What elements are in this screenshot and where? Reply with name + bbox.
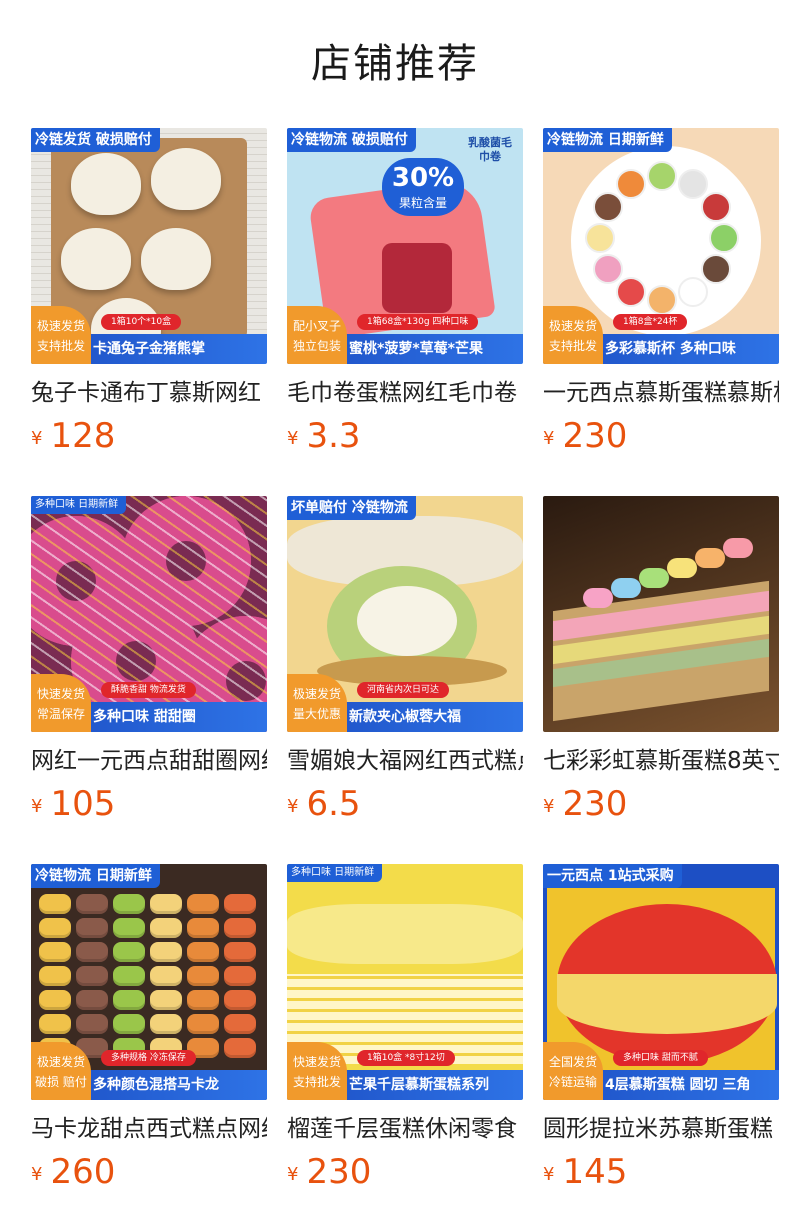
spec-pill: 1箱10个*10盒 bbox=[101, 314, 182, 330]
shipping-badge-line: 极速发货 bbox=[292, 687, 341, 701]
shipping-badge-line: 支持批发 bbox=[548, 339, 597, 353]
product-image[interactable]: 冷链物流 日期新鲜 多种颜色混搭马卡龙 多种规格 冷冻保存 极速发货 破损 赔付 bbox=[31, 864, 267, 1100]
price-value: 3.3 bbox=[306, 416, 361, 456]
product-image[interactable]: 冷链物流 日期新鲜 多彩慕斯杯 多种口味 1箱8盒*24杯 极速发货 支持批发 bbox=[543, 128, 779, 364]
product-name[interactable]: 雪媚娘大福网红西式糕点 bbox=[287, 746, 523, 776]
product-name[interactable]: 一元西点慕斯蛋糕慕斯杯 bbox=[543, 378, 779, 408]
spec-pill: 1箱68盒*130g 四种口味 bbox=[357, 314, 479, 330]
product-card[interactable]: 冷链发货 破损赔付 卡通兔子金猪熊掌 1箱10个*10盒 极速发货 支持批发 兔子卡通布丁… bbox=[31, 128, 267, 468]
promo-banner-top: 冷链物流 日期新鲜 bbox=[543, 128, 672, 152]
shipping-badge-line: 极速发货 bbox=[36, 319, 85, 333]
shipping-badge-line: 独立包装 bbox=[292, 339, 341, 353]
promo-banner-top: 冷链发货 破损赔付 bbox=[31, 128, 160, 152]
product-card[interactable]: 多种口味 日期新鲜 芒果千层慕斯蛋糕系列 1箱10盒 *8寸12切 快速发货 支持批发榴… bbox=[287, 864, 523, 1204]
currency-symbol: ¥ bbox=[287, 428, 299, 449]
product-price: ¥145 bbox=[543, 1152, 627, 1192]
product-name[interactable]: 兔子卡通布丁慕斯网红 bbox=[31, 378, 267, 408]
shipping-badge: 快速发货 常温保存 bbox=[31, 674, 91, 732]
spec-pill: 多种口味 甜而不腻 bbox=[613, 1050, 708, 1066]
shipping-badge-line: 快速发货 bbox=[292, 1055, 341, 1069]
product-price: ¥6.5 bbox=[287, 784, 361, 824]
shipping-badge-line: 支持批发 bbox=[292, 1075, 341, 1089]
promo-banner-top: 多种口味 日期新鲜 bbox=[287, 864, 383, 882]
product-card[interactable]: 冷链物流 日期新鲜 多彩慕斯杯 多种口味 1箱8盒*24杯 极速发货 支持批发 一元西点慕… bbox=[543, 128, 779, 468]
price-value: 230 bbox=[306, 1152, 372, 1192]
shipping-badge-line: 全国发货 bbox=[548, 1055, 597, 1069]
promo-banner-top: 坏单赔付 冷链物流 bbox=[287, 496, 416, 520]
product-name[interactable]: 榴莲千层蛋糕休闲零食 bbox=[287, 1114, 523, 1144]
shipping-badge: 极速发货 支持批发 bbox=[543, 306, 603, 364]
product-card[interactable]: 七彩彩虹慕斯蛋糕8英寸 ¥230 bbox=[543, 496, 779, 836]
product-card[interactable]: 多种口味 日期新鲜 多种口味 甜甜圈 酥脆香甜 物流发货 快速发货 常温保存 网红一元西点… bbox=[31, 496, 267, 836]
spec-pill: 多种规格 冷冻保存 bbox=[101, 1050, 196, 1066]
price-value: 128 bbox=[50, 416, 116, 456]
product-price: ¥230 bbox=[543, 416, 627, 456]
shipping-badge: 极速发货 破损 赔付 bbox=[31, 1042, 91, 1100]
currency-symbol: ¥ bbox=[31, 796, 43, 817]
shipping-badge-line: 支持批发 bbox=[36, 339, 85, 353]
product-image[interactable]: 坏单赔付 冷链物流 新款夹心椒蓉大福 河南省内次日可达 极速发货 量大优惠 bbox=[287, 496, 523, 732]
shipping-badge-line: 量大优惠 bbox=[292, 707, 341, 721]
shipping-badge: 快速发货 支持批发 bbox=[287, 1042, 347, 1100]
product-card[interactable]: 冷链物流 日期新鲜 多种颜色混搭马卡龙 多种规格 冷冻保存 极速发货 破损 赔付 马卡龙甜… bbox=[31, 864, 267, 1204]
product-name[interactable]: 马卡龙甜点西式糕点网红 bbox=[31, 1114, 267, 1144]
product-card[interactable]: 30% 果粒含量 乳酸菌毛巾卷 冷链物流 破损赔付 蜜桃*菠萝*草莓*芒果 1箱68盒*1… bbox=[287, 128, 523, 468]
product-price: ¥230 bbox=[287, 1152, 371, 1192]
product-price: ¥260 bbox=[31, 1152, 115, 1192]
shipping-badge: 配小叉子 独立包装 bbox=[287, 306, 347, 364]
product-price: ¥128 bbox=[31, 416, 115, 456]
product-name[interactable]: 七彩彩虹慕斯蛋糕8英寸 bbox=[543, 746, 779, 776]
promo-banner-top: 冷链物流 破损赔付 bbox=[287, 128, 416, 152]
shipping-badge-line: 快速发货 bbox=[36, 687, 85, 701]
promo-banner-top: 冷链物流 日期新鲜 bbox=[31, 864, 160, 888]
shipping-badge-line: 配小叉子 bbox=[292, 319, 341, 333]
product-image[interactable]: 多种口味 日期新鲜 芒果千层慕斯蛋糕系列 1箱10盒 *8寸12切 快速发货 支持批发 bbox=[287, 864, 523, 1100]
product-price: ¥105 bbox=[31, 784, 115, 824]
promo-banner-top: 一元西点 1站式采购 bbox=[543, 864, 682, 888]
product-name[interactable]: 网红一元西点甜甜圈网红 bbox=[31, 746, 267, 776]
price-value: 230 bbox=[562, 416, 628, 456]
shipping-badge: 全国发货 冷链运输 bbox=[543, 1042, 603, 1100]
price-value: 105 bbox=[50, 784, 116, 824]
spec-pill: 河南省内次日可达 bbox=[357, 682, 450, 698]
product-price: ¥230 bbox=[543, 784, 627, 824]
product-image[interactable]: 一元西点 1站式采购 4层慕斯蛋糕 圆切 三角 多种口味 甜而不腻 全国发货 冷链运输 bbox=[543, 864, 779, 1100]
shipping-badge-line: 极速发货 bbox=[36, 1055, 85, 1069]
currency-symbol: ¥ bbox=[287, 796, 299, 817]
product-name[interactable]: 圆形提拉米苏慕斯蛋糕 bbox=[543, 1114, 779, 1144]
percent-bubble: 30% 果粒含量 bbox=[382, 158, 464, 216]
promo-banner-top: 多种口味 日期新鲜 bbox=[31, 496, 127, 514]
spec-pill: 酥脆香甜 物流发货 bbox=[101, 682, 196, 698]
currency-symbol: ¥ bbox=[287, 1164, 299, 1185]
currency-symbol: ¥ bbox=[543, 428, 555, 449]
currency-symbol: ¥ bbox=[543, 796, 555, 817]
brand-label: 乳酸菌毛巾卷 bbox=[468, 136, 512, 163]
shipping-badge-line: 破损 赔付 bbox=[35, 1075, 87, 1089]
shipping-badge-line: 极速发货 bbox=[548, 319, 597, 333]
percent-caption: 果粒含量 bbox=[398, 196, 447, 210]
currency-symbol: ¥ bbox=[31, 1164, 43, 1185]
shipping-badge: 极速发货 量大优惠 bbox=[287, 674, 347, 732]
spec-pill: 1箱10盒 *8寸12切 bbox=[357, 1050, 455, 1066]
page-title: 店铺推荐 bbox=[311, 41, 479, 87]
product-card[interactable]: 坏单赔付 冷链物流 新款夹心椒蓉大福 河南省内次日可达 极速发货 量大优惠 雪媚娘大福网红… bbox=[287, 496, 523, 836]
price-value: 260 bbox=[50, 1152, 116, 1192]
product-image[interactable]: 30% 果粒含量 乳酸菌毛巾卷 冷链物流 破损赔付 蜜桃*菠萝*草莓*芒果 1箱68盒*1… bbox=[287, 128, 523, 364]
shipping-badge-line: 常温保存 bbox=[36, 707, 85, 721]
price-value: 6.5 bbox=[306, 784, 361, 824]
price-value: 145 bbox=[562, 1152, 628, 1192]
shipping-badge: 极速发货 支持批发 bbox=[31, 306, 91, 364]
product-card[interactable]: 一元西点 1站式采购 4层慕斯蛋糕 圆切 三角 多种口味 甜而不腻 全国发货 冷链运输圆… bbox=[543, 864, 779, 1204]
spec-pill: 1箱8盒*24杯 bbox=[613, 314, 688, 330]
currency-symbol: ¥ bbox=[31, 428, 43, 449]
product-image[interactable]: 多种口味 日期新鲜 多种口味 甜甜圈 酥脆香甜 物流发货 快速发货 常温保存 bbox=[31, 496, 267, 732]
percent-value: 30% bbox=[391, 163, 455, 193]
product-name[interactable]: 毛巾卷蛋糕网红毛巾卷 bbox=[287, 378, 523, 408]
currency-symbol: ¥ bbox=[543, 1164, 555, 1185]
product-image[interactable]: 冷链发货 破损赔付 卡通兔子金猪熊掌 1箱10个*10盒 极速发货 支持批发 bbox=[31, 128, 267, 364]
product-image[interactable] bbox=[543, 496, 779, 732]
shipping-badge-line: 冷链运输 bbox=[548, 1075, 597, 1089]
product-price: ¥3.3 bbox=[287, 416, 361, 456]
price-value: 230 bbox=[562, 784, 628, 824]
